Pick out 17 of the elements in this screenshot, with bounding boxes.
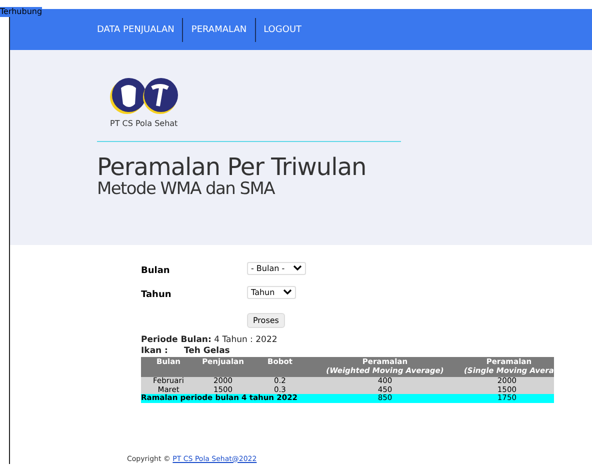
logo-caption: PT CS Pola Sehat <box>110 119 179 128</box>
page-title: Peramalan Per Triwulan <box>97 154 368 180</box>
fish-value: Teh Gelas <box>184 346 230 356</box>
period-text: Periode Bulan: 4 Tahun : 2022 <box>141 335 278 346</box>
nav-link[interactable]: DATA PENJUALAN <box>97 18 182 42</box>
submit-button[interactable]: Proses <box>247 312 285 328</box>
chevron-down-icon <box>282 289 292 295</box>
status-text: Terhubung <box>0 7 42 17</box>
field-label: Bulan <box>141 265 171 276</box>
dropdown[interactable]: Tahun <box>247 286 296 298</box>
nav-link[interactable]: LOGOUT <box>254 18 310 42</box>
page-subtitle: Metode WMA dan SMA <box>97 180 276 198</box>
chevron-down-icon <box>292 265 302 271</box>
nav-link[interactable]: PERAMALAN <box>182 18 255 42</box>
fish-label: Ikan : <box>141 346 168 356</box>
field-label: Tahun <box>141 289 172 300</box>
dropdown[interactable]: - Bulan - <box>247 262 306 274</box>
